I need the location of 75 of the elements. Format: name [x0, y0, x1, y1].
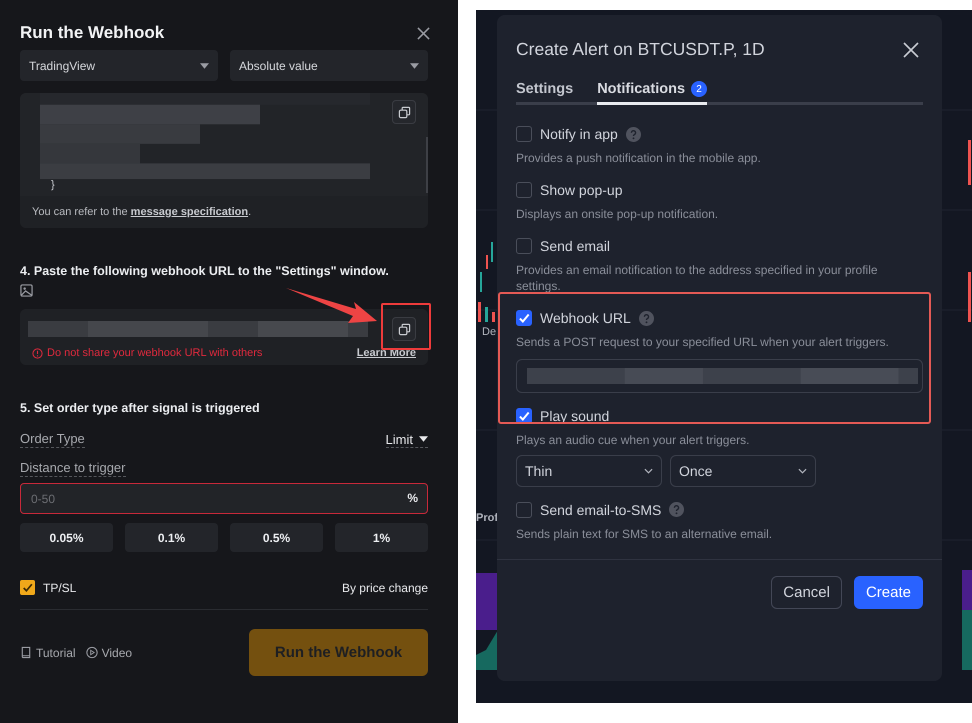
candlestick [480, 272, 482, 292]
mode-dropdown[interactable]: By price change [342, 580, 428, 594]
tab[interactable]: Settings [516, 81, 574, 105]
option-label: Notify in app [540, 126, 618, 142]
option-description: Displays an onsite pop-up notification. [516, 206, 720, 223]
create-button[interactable]: Create [854, 576, 923, 609]
volume-bar [478, 302, 481, 322]
warning-text: Do not share your webhook URL with others [47, 347, 264, 359]
option-description: Provides an email notification to the address specified in your profile settings. [516, 262, 879, 296]
dropdown[interactable]: Once [670, 454, 816, 487]
option-description: Sends a POST request to your specified URL when your alert triggers. [516, 334, 890, 351]
caret-icon [200, 62, 209, 68]
unit-label: % [407, 491, 418, 505]
dropdown[interactable]: Absolute value [230, 50, 428, 81]
volume-bar [492, 312, 495, 322]
caret-icon [419, 436, 428, 442]
checkbox[interactable] [516, 408, 532, 424]
close-icon[interactable] [903, 42, 919, 58]
caret-icon [410, 62, 419, 68]
checkbox-label: TP/SL [43, 580, 76, 594]
count-badge: 2 [691, 81, 708, 97]
dialog-title: Create Alert on BTCUSDT.P, 1D [516, 39, 765, 60]
footer-link[interactable]: Video [86, 646, 132, 660]
dropdown[interactable]: Thin [516, 454, 662, 487]
option-description: Sends plain text for SMS to an alternative email. [516, 526, 774, 543]
candlestick [968, 140, 971, 185]
copy-icon [398, 322, 410, 336]
checkbox[interactable] [516, 182, 532, 198]
specification-link[interactable]: message specification [130, 206, 248, 218]
order-type-dropdown[interactable]: Limit [386, 432, 428, 448]
option-label: Send email-to-SMS [540, 502, 662, 518]
dropdown[interactable]: TradingView [20, 50, 218, 81]
close-icon[interactable] [417, 26, 430, 40]
option-label: Play sound [540, 408, 610, 424]
chevron-down-icon [798, 468, 807, 474]
copy-button[interactable] [392, 317, 416, 341]
note-text: You can refer to the message specification. [31, 205, 252, 220]
footer-link[interactable]: Tutorial [20, 646, 76, 660]
candlestick [486, 255, 488, 269]
warning-icon [32, 348, 43, 358]
preset-button[interactable]: 0.5% [230, 523, 323, 552]
cancel-button[interactable]: Cancel [771, 576, 842, 609]
tab[interactable]: Notifications 2 [597, 81, 708, 105]
image-icon[interactable] [20, 284, 33, 297]
chart-label: Prof [476, 512, 498, 524]
copy-icon [398, 106, 410, 118]
book-icon [20, 646, 32, 659]
field-label: Distance to trigger [20, 460, 126, 477]
highlight-frame [381, 303, 431, 350]
chart-label: De [482, 326, 496, 338]
code-text: } [51, 179, 55, 191]
field-label: Order Type [20, 431, 85, 448]
chevron-down-icon [644, 468, 653, 474]
volume-bar [968, 272, 971, 322]
option-description: Plays an audio cue when your alert triggers. [516, 432, 750, 449]
preset-button[interactable]: 0.1% [125, 523, 218, 552]
option-description: Provides a push notification in the mobile app. [516, 150, 762, 167]
checkbox[interactable] [516, 126, 532, 142]
option-label: Send email [540, 238, 610, 254]
preset-button[interactable]: 1% [335, 523, 428, 552]
url-field[interactable] [516, 358, 923, 393]
preset-button[interactable]: 0.05% [20, 523, 113, 552]
step-heading: 5. Set order type after signal is triggered [20, 401, 261, 415]
step-heading: 4. Paste the following webhook URL to the "Settings" window. [20, 264, 390, 278]
checkbox[interactable] [516, 238, 532, 254]
volume-bar [485, 307, 488, 322]
option-label: Show pop-up [540, 182, 623, 198]
candlestick [491, 242, 493, 262]
option-label: Webhook URL [540, 310, 631, 326]
checkbox[interactable] [516, 310, 532, 326]
checkbox[interactable] [516, 502, 532, 518]
copy-button[interactable] [392, 100, 416, 124]
play-icon [86, 646, 98, 659]
panel-title: Run the Webhook [20, 23, 164, 43]
checkbox[interactable] [20, 580, 35, 595]
